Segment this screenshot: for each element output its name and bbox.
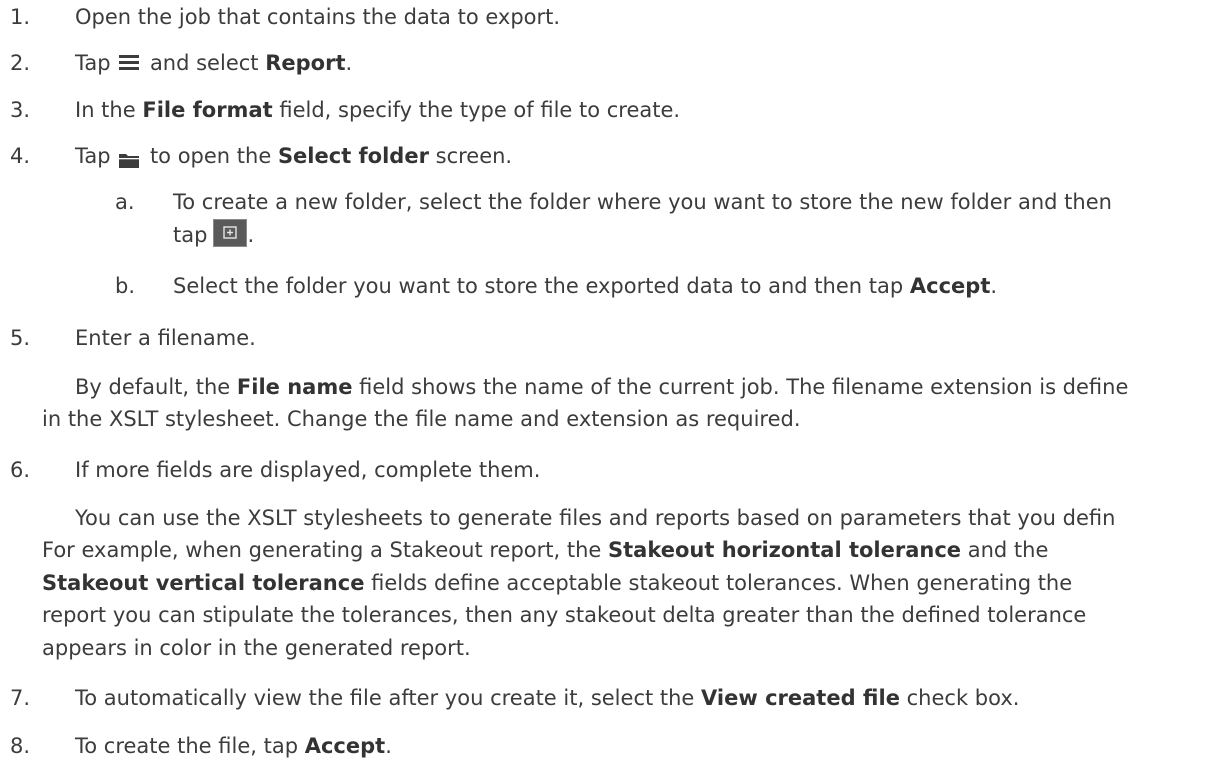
step-number: 3. <box>10 98 31 122</box>
stakeout-vertical-tolerance-label: Stakeout vertical tolerance <box>42 571 365 595</box>
step-text: Open the job that contains the data to e… <box>75 5 561 29</box>
step-number: 2. <box>10 51 31 75</box>
file-name-label: File name <box>236 375 353 399</box>
step-number: 4. <box>10 144 31 168</box>
procedure-page: 1. Open the job that contains the data t… <box>0 0 1231 777</box>
step-number: 6. <box>10 458 31 482</box>
menu-icon <box>119 54 140 70</box>
file-format-label: File format <box>142 98 273 122</box>
view-created-file-label: View created file <box>701 686 900 710</box>
accept-label: Accept <box>909 274 991 298</box>
folder-icon <box>119 147 140 168</box>
new-folder-icon <box>213 219 248 247</box>
accept-label: Accept <box>304 734 386 758</box>
step-number: 7. <box>10 686 31 710</box>
substep-number: b. <box>115 274 136 298</box>
step-number: 5. <box>10 326 31 350</box>
stakeout-horizontal-tolerance-label: Stakeout horizontal tolerance <box>608 538 962 562</box>
step-text: Tap <box>75 51 111 75</box>
step-text: and select <box>149 51 259 75</box>
select-folder-label: Select folder <box>277 144 429 168</box>
report-label: Report <box>265 51 346 75</box>
step-number: 8. <box>10 734 31 758</box>
step-number: 1. <box>10 5 31 29</box>
substep-number: a. <box>115 190 135 214</box>
